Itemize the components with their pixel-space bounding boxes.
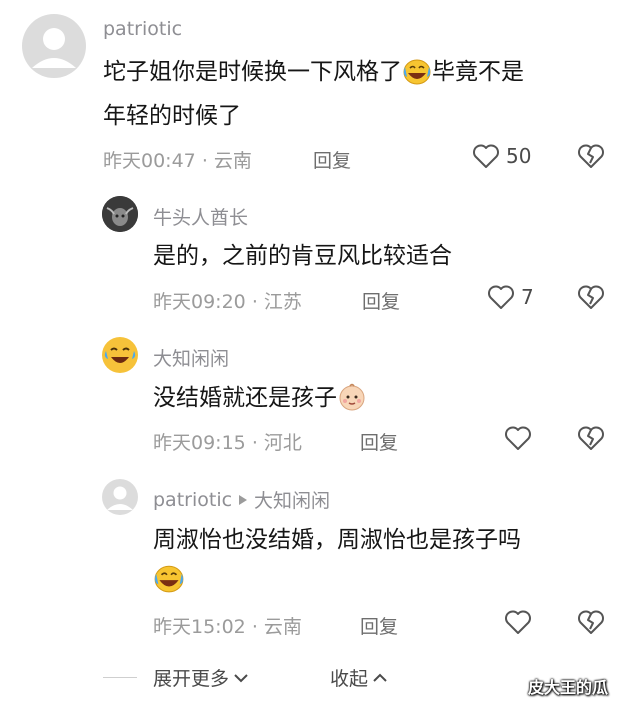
comment-location: 河北	[263, 432, 302, 454]
meta-separator: ·	[201, 150, 208, 172]
collapse-button[interactable]: 收起	[330, 664, 388, 691]
like-count: 50	[506, 144, 532, 168]
laughing-crying-emoji-icon	[153, 563, 185, 597]
reply-button[interactable]: 回复	[313, 146, 351, 173]
laughing-emoji-avatar-icon	[103, 338, 137, 372]
comment-username[interactable]: patriotic	[153, 489, 232, 511]
dislike-broken-heart-icon[interactable]	[577, 143, 605, 169]
comment-username[interactable]: 牛头人酋长	[153, 203, 248, 230]
comment-time: 昨天09:20	[153, 291, 246, 313]
comment-location: 云南	[263, 616, 302, 638]
dislike-broken-heart-icon[interactable]	[577, 609, 605, 635]
like-button[interactable]: 7	[487, 284, 534, 310]
reply-arrow-icon	[238, 494, 248, 506]
comment-meta: 昨天09:15 · 河北	[153, 428, 302, 455]
chevron-up-icon	[372, 673, 388, 683]
comment-text-line2: 年轻的时候了	[103, 103, 241, 129]
comment-time: 昨天15:02	[153, 616, 246, 638]
laughing-crying-emoji-icon	[402, 56, 432, 100]
avatar[interactable]	[22, 14, 86, 78]
avatar[interactable]	[102, 479, 138, 515]
avatar[interactable]	[102, 196, 138, 232]
expand-more-button[interactable]: 展开更多	[153, 664, 249, 691]
reply-button[interactable]: 回复	[360, 612, 398, 639]
comment-username[interactable]: patriotic	[103, 18, 182, 40]
dislike-broken-heart-icon[interactable]	[577, 284, 605, 310]
comment-meta: 昨天15:02 · 云南	[153, 612, 302, 639]
like-button[interactable]: 50	[472, 143, 531, 169]
meta-separator: ·	[251, 291, 258, 313]
heart-outline-icon[interactable]	[504, 609, 532, 635]
heart-outline-icon	[487, 284, 515, 310]
like-count: 7	[521, 285, 534, 309]
heart-outline-icon[interactable]	[504, 425, 532, 451]
user-placeholder-icon	[107, 486, 133, 510]
dislike-broken-heart-icon[interactable]	[577, 425, 605, 451]
avatar[interactable]	[102, 337, 138, 373]
meta-separator: ·	[251, 432, 258, 454]
expand-divider	[103, 677, 137, 678]
heart-outline-icon	[472, 143, 500, 169]
expand-more-label: 展开更多	[153, 668, 230, 690]
chevron-down-icon	[233, 673, 249, 683]
comment-time: 昨天09:15	[153, 432, 246, 454]
comment-username[interactable]: 大知闲闲	[153, 344, 229, 371]
comment-text-part: 没结婚就还是孩子	[153, 385, 337, 411]
comment-username-row: patriotic 大知闲闲	[153, 486, 330, 513]
comment-time: 昨天00:47	[103, 150, 196, 172]
comment-text: 是的，之前的肯豆风比较适合	[153, 243, 452, 269]
user-placeholder-icon	[32, 28, 76, 68]
baby-face-emoji-icon	[337, 382, 367, 426]
collapse-label: 收起	[330, 668, 369, 690]
comment-meta: 昨天09:20 · 江苏	[153, 287, 302, 314]
bull-head-avatar-icon	[102, 196, 138, 232]
reply-button[interactable]: 回复	[362, 287, 400, 314]
comment-text: 没结婚就还是孩子	[153, 376, 367, 426]
comment-text-part: 毕竟不是	[432, 59, 524, 85]
comment-text: 周淑怡也没结婚，周淑怡也是孩子吗	[153, 527, 521, 553]
comment-location: 云南	[213, 150, 252, 172]
watermark: 皮大王的瓜	[528, 678, 609, 697]
meta-separator: ·	[251, 616, 258, 638]
comment-location: 江苏	[263, 291, 302, 313]
comment-text: 坨子姐你是时候换一下风格了 毕竟不是	[103, 50, 524, 100]
comment-text-part: 坨子姐你是时候换一下风格了	[103, 59, 402, 85]
comment-meta: 昨天00:47 · 云南	[103, 146, 252, 173]
reply-button[interactable]: 回复	[360, 428, 398, 455]
reply-to-username[interactable]: 大知闲闲	[254, 486, 330, 513]
